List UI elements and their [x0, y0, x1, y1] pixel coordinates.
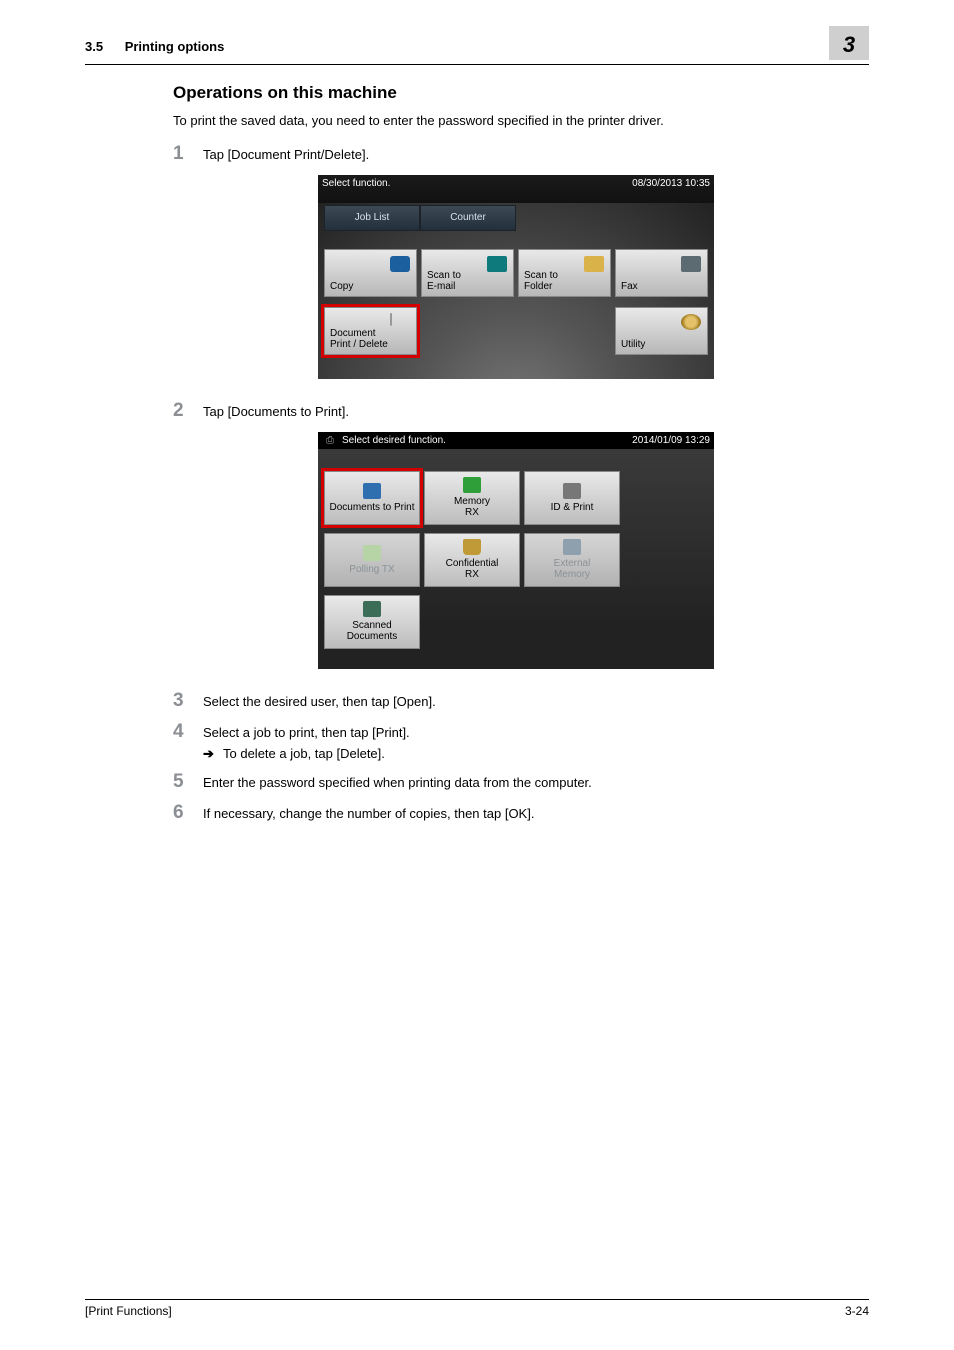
- footer-right: 3-24: [845, 1304, 869, 1318]
- fax-icon: [681, 256, 701, 272]
- section-number: 3.5: [85, 39, 103, 54]
- tile-scan-email[interactable]: Scan to E-mail: [421, 249, 514, 297]
- step-text: Tap [Documents to Print].: [203, 401, 349, 422]
- tile-label: Copy: [330, 281, 411, 292]
- step-text: Select a job to print, then tap [Print].…: [203, 722, 410, 762]
- tile-scan-folder[interactable]: Scan to Folder: [518, 249, 611, 297]
- tile-label: Scan to Folder: [524, 270, 605, 292]
- tile-document-print-delete[interactable]: Document Print / Delete: [324, 307, 417, 355]
- arrow-icon: ➔: [203, 746, 223, 762]
- intro-text: To print the saved data, you need to ent…: [173, 113, 859, 128]
- tile-label: External Memory: [554, 558, 591, 580]
- copy-icon: [390, 256, 410, 272]
- chapter-number-box: 3: [829, 26, 869, 60]
- tile-scanned-documents[interactable]: Scanned Documents: [324, 595, 420, 649]
- tile-confidential-rx[interactable]: Confidential RX: [424, 533, 520, 587]
- documents-icon: [363, 483, 381, 499]
- tile-label: Fax: [621, 281, 702, 292]
- tile-label: Documents to Print: [329, 502, 414, 513]
- envelope-icon: [487, 256, 507, 272]
- tab-counter[interactable]: Counter: [420, 205, 516, 231]
- tile-label: Utility: [621, 339, 702, 350]
- subsection-heading: Operations on this machine: [173, 83, 859, 103]
- id-card-icon: [563, 483, 581, 499]
- tile-polling-tx: Polling TX: [324, 533, 420, 587]
- scan-icon: [363, 601, 381, 617]
- step-text: Enter the password specified when printi…: [203, 772, 592, 793]
- step-number: 1: [173, 144, 203, 165]
- download-icon: [463, 477, 481, 493]
- step-2: 2 Tap [Documents to Print].: [173, 401, 859, 422]
- step-number: 5: [173, 772, 203, 793]
- lock-icon: [463, 539, 481, 555]
- screenshot-1: Select function. 08/30/2013 10:35 Job Li…: [173, 175, 859, 379]
- step-number: 4: [173, 722, 203, 762]
- step-text: If necessary, change the number of copie…: [203, 803, 534, 824]
- tile-copy[interactable]: Copy: [324, 249, 417, 297]
- tile-memory-rx[interactable]: Memory RX: [424, 471, 520, 525]
- screenshot-2: ⎙ Select desired function. 2014/01/09 13…: [173, 432, 859, 669]
- printer-icon: ⎙: [326, 435, 334, 446]
- ss2-timestamp: 2014/01/09 13:29: [632, 435, 710, 446]
- document-icon: [390, 314, 410, 330]
- tile-documents-to-print[interactable]: Documents to Print: [324, 471, 420, 525]
- tile-label: Document Print / Delete: [330, 328, 411, 350]
- tile-label: Confidential RX: [446, 558, 499, 580]
- tile-label: Polling TX: [349, 564, 394, 575]
- external-memory-icon: [563, 539, 581, 555]
- step-6: 6 If necessary, change the number of cop…: [173, 803, 859, 824]
- gear-icon: [681, 314, 701, 330]
- footer-left: [Print Functions]: [85, 1304, 172, 1318]
- tile-label: Memory RX: [454, 496, 490, 518]
- step-text: Tap [Document Print/Delete].: [203, 144, 369, 165]
- step-number: 6: [173, 803, 203, 824]
- tile-id-print[interactable]: ID & Print: [524, 471, 620, 525]
- step-text: Select the desired user, then tap [Open]…: [203, 691, 436, 712]
- tile-label: ID & Print: [551, 502, 594, 513]
- tile-label: Scan to E-mail: [427, 270, 508, 292]
- step-4-line: Select a job to print, then tap [Print].: [203, 725, 410, 740]
- step-number: 3: [173, 691, 203, 712]
- page-footer: [Print Functions] 3-24: [85, 1299, 869, 1318]
- step-number: 2: [173, 401, 203, 422]
- tab-job-list[interactable]: Job List: [324, 205, 420, 231]
- tile-utility[interactable]: Utility: [615, 307, 708, 355]
- step-4: 4 Select a job to print, then tap [Print…: [173, 722, 859, 762]
- section-title: Printing options: [125, 39, 225, 54]
- folder-icon: [584, 256, 604, 272]
- tile-label: Scanned Documents: [347, 620, 398, 642]
- header-left: 3.5 Printing options: [85, 39, 224, 54]
- tile-external-memory: External Memory: [524, 533, 620, 587]
- ss1-timestamp: 08/30/2013 10:35: [632, 178, 710, 189]
- ss2-title: Select desired function.: [342, 435, 446, 446]
- step-4-sub: ➔ To delete a job, tap [Delete].: [203, 746, 410, 762]
- ss1-title: Select function.: [322, 178, 390, 189]
- polling-icon: [363, 545, 381, 561]
- step-4-sub-text: To delete a job, tap [Delete].: [223, 746, 385, 762]
- step-5: 5 Enter the password specified when prin…: [173, 772, 859, 793]
- step-1: 1 Tap [Document Print/Delete].: [173, 144, 859, 165]
- step-3: 3 Select the desired user, then tap [Ope…: [173, 691, 859, 712]
- tile-fax[interactable]: Fax: [615, 249, 708, 297]
- page-header: 3.5 Printing options 3: [85, 32, 869, 65]
